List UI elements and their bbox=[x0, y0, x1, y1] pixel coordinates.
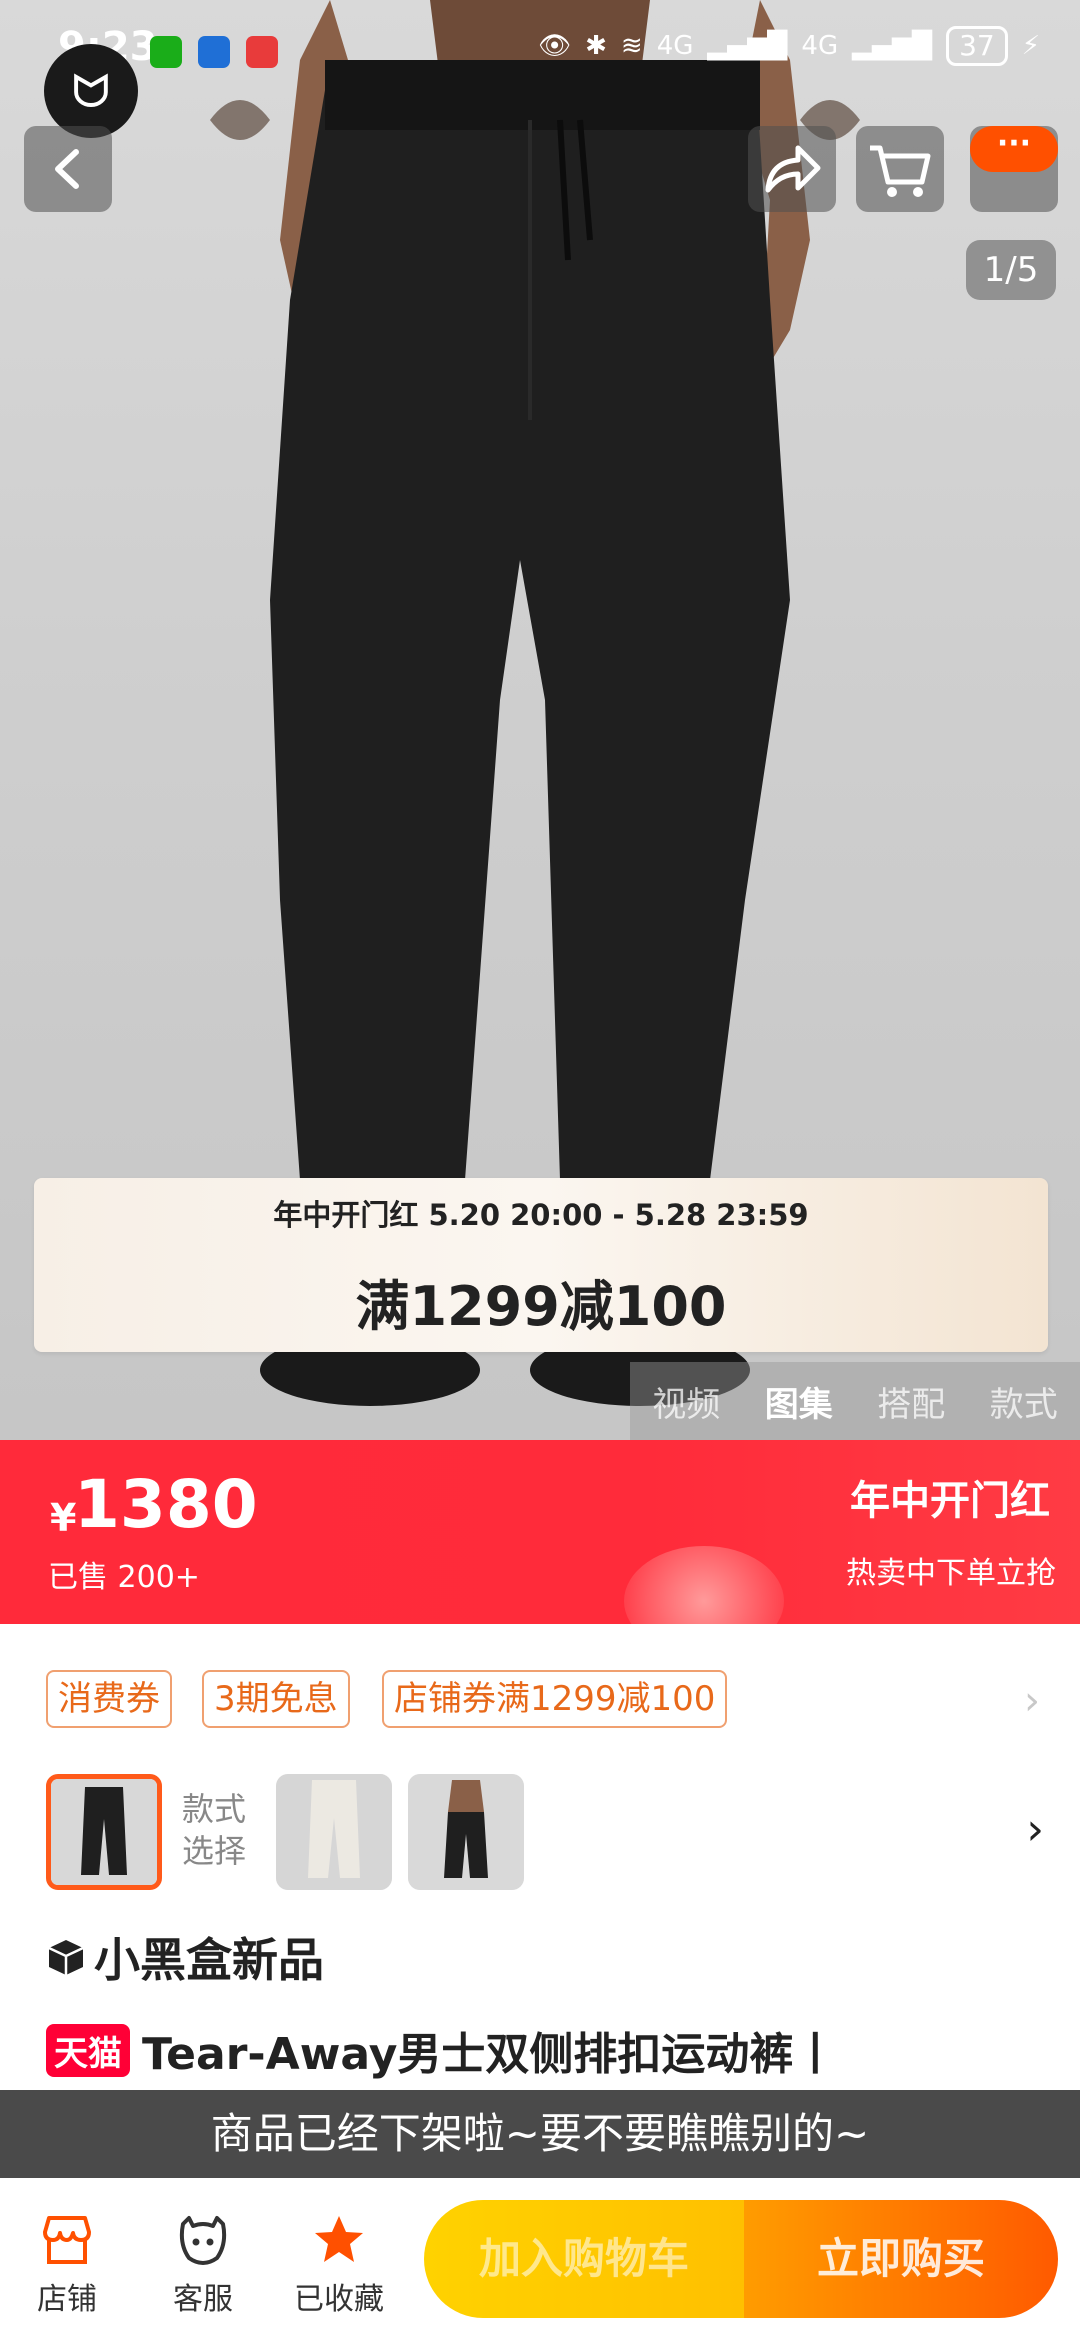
chevron-right-icon[interactable]: › bbox=[1026, 1804, 1044, 1855]
add-to-cart-button[interactable]: 加入购物车 bbox=[424, 2200, 744, 2318]
price-bar: ¥ 1380 已售 200+ 年中开门红 热卖中下单立抢 bbox=[0, 1440, 1080, 1624]
cart-icon bbox=[870, 145, 931, 197]
coupon-tag[interactable]: 店铺券满1299减100 bbox=[382, 1670, 728, 1728]
sold-count: 已售 200+ bbox=[48, 1560, 200, 1595]
tab-video[interactable]: 视频 bbox=[652, 1377, 720, 1426]
offline-toast: 商品已经下架啦~要不要瞧瞧别的~ bbox=[0, 2090, 1080, 2178]
bottom-action-bar: 店铺 客服 已收藏 加入购物车 立即购买 bbox=[0, 2178, 1080, 2340]
product-info-card: 消费券 3期免息 店铺券满1299减100 › 款式选择 › 小黑盒新品 天猫 … bbox=[0, 1624, 1080, 2090]
box-icon bbox=[48, 1940, 84, 1975]
signal-label: 4G bbox=[656, 31, 694, 61]
bluetooth-icon: ✱ bbox=[585, 31, 607, 61]
wechat-icon bbox=[150, 36, 182, 68]
promo-period: 年中开门红 5.20 20:00 - 5.28 23:59 bbox=[273, 1198, 809, 1232]
cart-button[interactable] bbox=[856, 126, 944, 212]
media-tabs: 视频 图集 搭配 款式 bbox=[630, 1362, 1080, 1440]
eye-icon: 👁 bbox=[538, 31, 572, 61]
favorite-button[interactable]: 已收藏 bbox=[284, 2214, 394, 2318]
promo-deal: 满1299减100 bbox=[355, 1275, 727, 1338]
coupon-tag[interactable]: 3期免息 bbox=[202, 1670, 350, 1728]
buy-now-button[interactable]: 立即购买 bbox=[744, 2200, 1058, 2318]
service-icon bbox=[179, 2216, 227, 2265]
product-tag-text: 小黑盒新品 bbox=[94, 1933, 324, 1987]
sku-image bbox=[276, 1774, 392, 1890]
back-button[interactable] bbox=[24, 126, 112, 212]
sku-selector-label[interactable]: 款式选择 bbox=[182, 1788, 272, 1872]
sku-thumbnail-black[interactable] bbox=[46, 1774, 162, 1890]
signal-icon: ▂▄▆█ bbox=[852, 31, 933, 61]
image-counter: 1/5 bbox=[966, 240, 1056, 300]
tab-style[interactable]: 款式 bbox=[990, 1377, 1058, 1426]
product-title: 天猫 Tear-Away男士双侧排扣运动裤丨 bbox=[46, 2018, 837, 2082]
battery-indicator: 37 bbox=[946, 26, 1008, 66]
store-label: 店铺 bbox=[37, 2282, 97, 2317]
product-tag: 小黑盒新品 bbox=[46, 1924, 324, 1990]
charging-icon: ⚡ bbox=[1021, 31, 1040, 61]
store-button[interactable]: 店铺 bbox=[12, 2214, 122, 2318]
product-title-text: Tear-Away男士双侧排扣运动裤丨 bbox=[142, 2029, 838, 2080]
status-indicators: 👁 ✱ ≋ 4G ▂▄▆█ 4G ▂▄▆█ 37 ⚡ bbox=[538, 26, 1040, 66]
sku-image bbox=[51, 1779, 157, 1885]
app-notification-icon bbox=[198, 36, 230, 68]
brand-logo: ᗢ bbox=[44, 44, 138, 138]
star-icon bbox=[315, 2216, 363, 2262]
share-icon bbox=[765, 145, 821, 193]
decorative-glow bbox=[624, 1546, 784, 1624]
more-button[interactable]: ··· bbox=[970, 126, 1058, 212]
signal-icon: ▂▄▆█ bbox=[707, 31, 788, 61]
price: 1380 bbox=[74, 1466, 258, 1543]
currency-symbol: ¥ bbox=[50, 1496, 77, 1540]
customer-service-button[interactable]: 客服 bbox=[148, 2214, 258, 2318]
tab-gallery[interactable]: 图集 bbox=[765, 1377, 833, 1426]
promo-banner[interactable]: 年中开门红 5.20 20:00 - 5.28 23:59 满1299减100 bbox=[34, 1178, 1048, 1352]
app-notification-icon bbox=[246, 36, 278, 68]
coupon-tag[interactable]: 消费券 bbox=[46, 1670, 172, 1728]
store-icon bbox=[43, 2216, 91, 2264]
event-subtitle: 热卖中下单立抢 bbox=[846, 1556, 1056, 1591]
service-label: 客服 bbox=[173, 2282, 233, 2317]
chevron-left-icon bbox=[55, 149, 79, 189]
signal-label: 4G bbox=[801, 31, 839, 61]
more-icon: ··· bbox=[970, 126, 1058, 172]
tab-outfit[interactable]: 搭配 bbox=[877, 1377, 945, 1426]
chevron-right-icon[interactable]: › bbox=[1024, 1678, 1040, 1724]
wifi-icon: ≋ bbox=[620, 31, 643, 61]
sku-image bbox=[408, 1774, 524, 1890]
sku-thumbnail-model[interactable] bbox=[408, 1774, 524, 1890]
sku-thumbnail-white[interactable] bbox=[276, 1774, 392, 1890]
event-title: 年中开门红 bbox=[850, 1478, 1050, 1524]
product-main-image[interactable]: 9:23 👁 ✱ ≋ 4G ▂▄▆█ 4G ▂▄▆█ 37 ⚡ ᗢ bbox=[0, 0, 1080, 1440]
status-bar: 9:23 👁 ✱ ≋ 4G ▂▄▆█ 4G ▂▄▆█ 37 ⚡ bbox=[0, 0, 1080, 100]
share-button[interactable] bbox=[748, 126, 836, 212]
tmall-badge: 天猫 bbox=[46, 2023, 130, 2077]
favorite-label: 已收藏 bbox=[294, 2282, 384, 2317]
